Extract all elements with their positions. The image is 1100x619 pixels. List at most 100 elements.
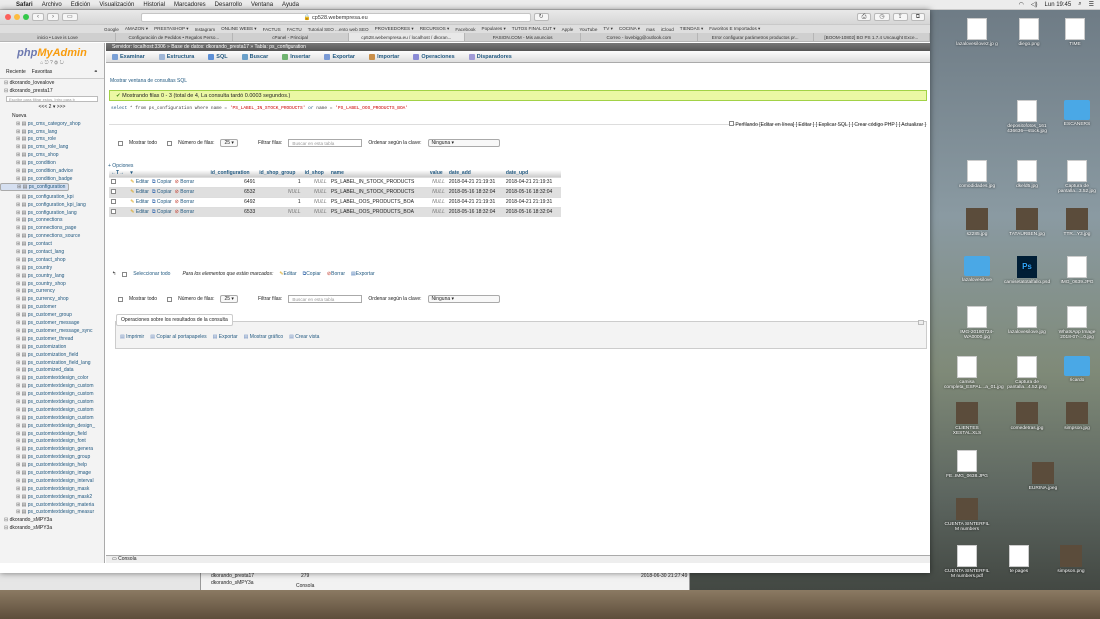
database-item[interactable]: dkorando_sMPY3a	[0, 524, 104, 532]
desktop-file-icon[interactable]: WhatsApp Image 2018-07-...0.jpg	[1054, 306, 1100, 340]
desktop-file-icon[interactable]: IMG-20180724-WA0000.jpg	[954, 306, 1000, 340]
bookmark-item[interactable]: Apple	[562, 27, 574, 32]
row-edit-button[interactable]: ✎ Editar	[130, 179, 149, 185]
row-delete-button[interactable]: ⊘ Borrar	[175, 209, 195, 215]
sidebar-table-item[interactable]: ps_contact_shop	[0, 256, 104, 264]
sidebar-table-item[interactable]: ps_country_lang	[0, 272, 104, 280]
bookmark-item[interactable]: YouTube	[579, 27, 597, 32]
bookmark-item[interactable]: Instagram	[195, 27, 215, 32]
sidebar-table-item[interactable]: ps_customization	[0, 343, 104, 351]
menu-desarrollo[interactable]: Desarrollo	[215, 2, 242, 8]
menu-visualizacion[interactable]: Visualización	[99, 2, 134, 8]
desktop-file-icon[interactable]: CLIENTES XESTAL.XLS	[944, 402, 990, 436]
collapse-icon[interactable]	[918, 320, 924, 325]
tab-disparadores[interactable]: Disparadores	[468, 53, 512, 60]
desktop-file-icon[interactable]: TTR...Y3.jpg	[1054, 208, 1100, 237]
reload-nav-icon[interactable]: ↻	[60, 60, 64, 66]
sidebar-table-item[interactable]: ps_configuration_kpi	[0, 193, 104, 201]
desktop-file-icon[interactable]: Captura de pantalla...4.52.png	[1004, 356, 1050, 390]
sidebar-table-item[interactable]: ps_configuration_lang	[0, 209, 104, 217]
bookmark-item[interactable]: TUTOS FINAL CUT ▾	[512, 26, 556, 32]
print-icon[interactable]: ⎙	[856, 13, 872, 21]
tab-insertar[interactable]: Insertar	[282, 53, 310, 60]
cell-value[interactable]: NULL	[427, 196, 447, 207]
desktop-file-icon[interactable]: depositofotos_161 436636—stock.jpg	[1004, 100, 1050, 134]
history-icon[interactable]: ◷	[874, 13, 890, 21]
desktop-file-icon[interactable]: CUENTA SINTERFIL M numbers	[944, 498, 990, 532]
notifications-icon[interactable]: ☰	[1089, 1, 1094, 8]
bg-db-row[interactable]: dkorando_sMPY3a	[201, 580, 689, 586]
bg-console[interactable]: Consola	[296, 583, 314, 589]
selected-delete-button[interactable]: ⊘Borrar	[327, 271, 345, 277]
operation-1[interactable]: ▤ Copiar al portapapeles	[150, 334, 206, 340]
cell-name[interactable]: PS_LABEL_IN_STOCK_PRODUCTS	[328, 176, 428, 187]
bookmark-item[interactable]: Google	[104, 27, 119, 32]
column-header-id-shop-group[interactable]: id_shop_group	[257, 170, 303, 177]
browser-tab[interactable]: PASION.COM - Mis anuncios	[465, 33, 582, 41]
bookmark-item[interactable]: ONLINE WEBS ▾	[221, 26, 257, 32]
sidebar-table-item[interactable]: ps_configuration	[0, 182, 70, 191]
sidebar-table-item[interactable]: ps_customtextdesign_group	[0, 453, 104, 461]
sort-arrows-header[interactable]: ←T→	[109, 170, 129, 177]
show-sql-window-link[interactable]: Mostrar ventana de consultas SQL	[110, 78, 187, 84]
bookmark-item[interactable]: Facebook	[455, 27, 475, 32]
cell-shop[interactable]: NULL	[302, 196, 329, 207]
sidebar-table-item[interactable]: ps_customtextdesign_color	[0, 374, 104, 382]
row-checkbox[interactable]	[111, 208, 116, 214]
sidebar-button[interactable]: ▭	[62, 13, 78, 21]
wifi-icon[interactable]: ◠	[1019, 1, 1024, 8]
operation-4[interactable]: ▤ Crear vista	[289, 334, 319, 340]
desktop-file-icon[interactable]: te pages	[996, 545, 1042, 574]
cell-id[interactable]: 6491	[208, 176, 258, 187]
menu-ventana[interactable]: Ventana	[251, 2, 273, 8]
column-header-id-shop[interactable]: id_shop	[302, 170, 329, 177]
desktop-file-icon[interactable]: FE..IMG_0638.JPG	[944, 450, 990, 479]
cell-value[interactable]: NULL	[427, 206, 447, 217]
sidebar-table-item[interactable]: ps_cms_role	[0, 135, 104, 143]
column-header-id-configuration[interactable]: id_configuration	[208, 170, 258, 177]
cell-value[interactable]: NULL	[427, 186, 447, 197]
operation-3[interactable]: ▤ Mostrar gráfico	[244, 334, 283, 340]
home-icon[interactable]: ⌂	[40, 60, 43, 66]
row-edit-button[interactable]: ✎ Editar	[130, 209, 149, 215]
sidebar-table-item[interactable]: ps_customtextdesign_mask2	[0, 493, 104, 501]
sidebar-table-item[interactable]: ps_customtextdesign_custom	[0, 390, 104, 398]
bookmark-item[interactable]: FACTUS	[263, 27, 281, 32]
bookmark-item[interactable]: COCINA ▾	[619, 26, 640, 32]
tab-buscar[interactable]: Buscar	[241, 53, 268, 60]
filter-rows-input[interactable]: Buscar en esta tabla	[288, 295, 363, 303]
share-icon[interactable]: ⇪	[892, 13, 908, 21]
cell-id[interactable]: 6532	[208, 186, 258, 197]
sidebar-table-item[interactable]: ps_customer_message_sync	[0, 327, 104, 335]
sidebar-table-item[interactable]: ps_customization_field_lang	[0, 359, 104, 367]
cell-name[interactable]: PS_LABEL_IN_STOCK_PRODUCTS	[328, 186, 428, 197]
database-item[interactable]: dkorando_sMPY3a	[0, 516, 104, 524]
sidebar-table-item[interactable]: ps_condition_advice	[0, 167, 104, 175]
database-item[interactable]: dkorando_presta17	[0, 87, 104, 95]
browser-tab[interactable]: Configuración de Pedidos • Regalos Perso…	[116, 33, 233, 41]
selected-edit-button[interactable]: ✎Editar	[279, 271, 296, 277]
sidebar-table-item[interactable]: ps_customer_group	[0, 311, 104, 319]
tab-exportar[interactable]: Exportar	[324, 53, 355, 60]
cell-value[interactable]: NULL	[427, 176, 447, 187]
menu-marcadores[interactable]: Marcadores	[174, 2, 206, 8]
browser-tab[interactable]: Error configurar parámetros productos pr…	[698, 33, 814, 41]
row-checkbox[interactable]	[111, 198, 116, 204]
sidebar-table-item[interactable]: ps_contact	[0, 240, 104, 248]
row-edit-button[interactable]: ✎ Editar	[130, 189, 149, 195]
desktop-file-icon[interactable]: TIME	[1052, 18, 1098, 47]
row-copy-button[interactable]: ⧉ Copiar	[152, 189, 172, 195]
sidebar-table-item[interactable]: ps_configuration_kpi_lang	[0, 201, 104, 209]
profiling-checkbox[interactable]	[728, 121, 734, 126]
sidebar-table-item[interactable]: ps_cms_category_shop	[0, 120, 104, 128]
address-bar[interactable]: 🔒 cp528.webempresa.eu	[140, 12, 531, 22]
console-bar[interactable]: ▭ Consola	[106, 555, 930, 563]
bookmark-item[interactable]: Populares ▾	[482, 26, 506, 32]
cell-add[interactable]: 2018-04-21 21:19:31	[446, 196, 504, 207]
logout-icon[interactable]: ⎋	[45, 60, 49, 66]
sidebar-table-item[interactable]: ps_customtextdesign_font	[0, 437, 104, 445]
tab-examinar[interactable]: Examinar	[112, 53, 145, 60]
cell-shop[interactable]: NULL	[302, 176, 329, 187]
cell-id[interactable]: 6492	[208, 196, 258, 207]
breadcrumb[interactable]: Servidor: localhost:3306 » Base de datos…	[106, 43, 930, 51]
